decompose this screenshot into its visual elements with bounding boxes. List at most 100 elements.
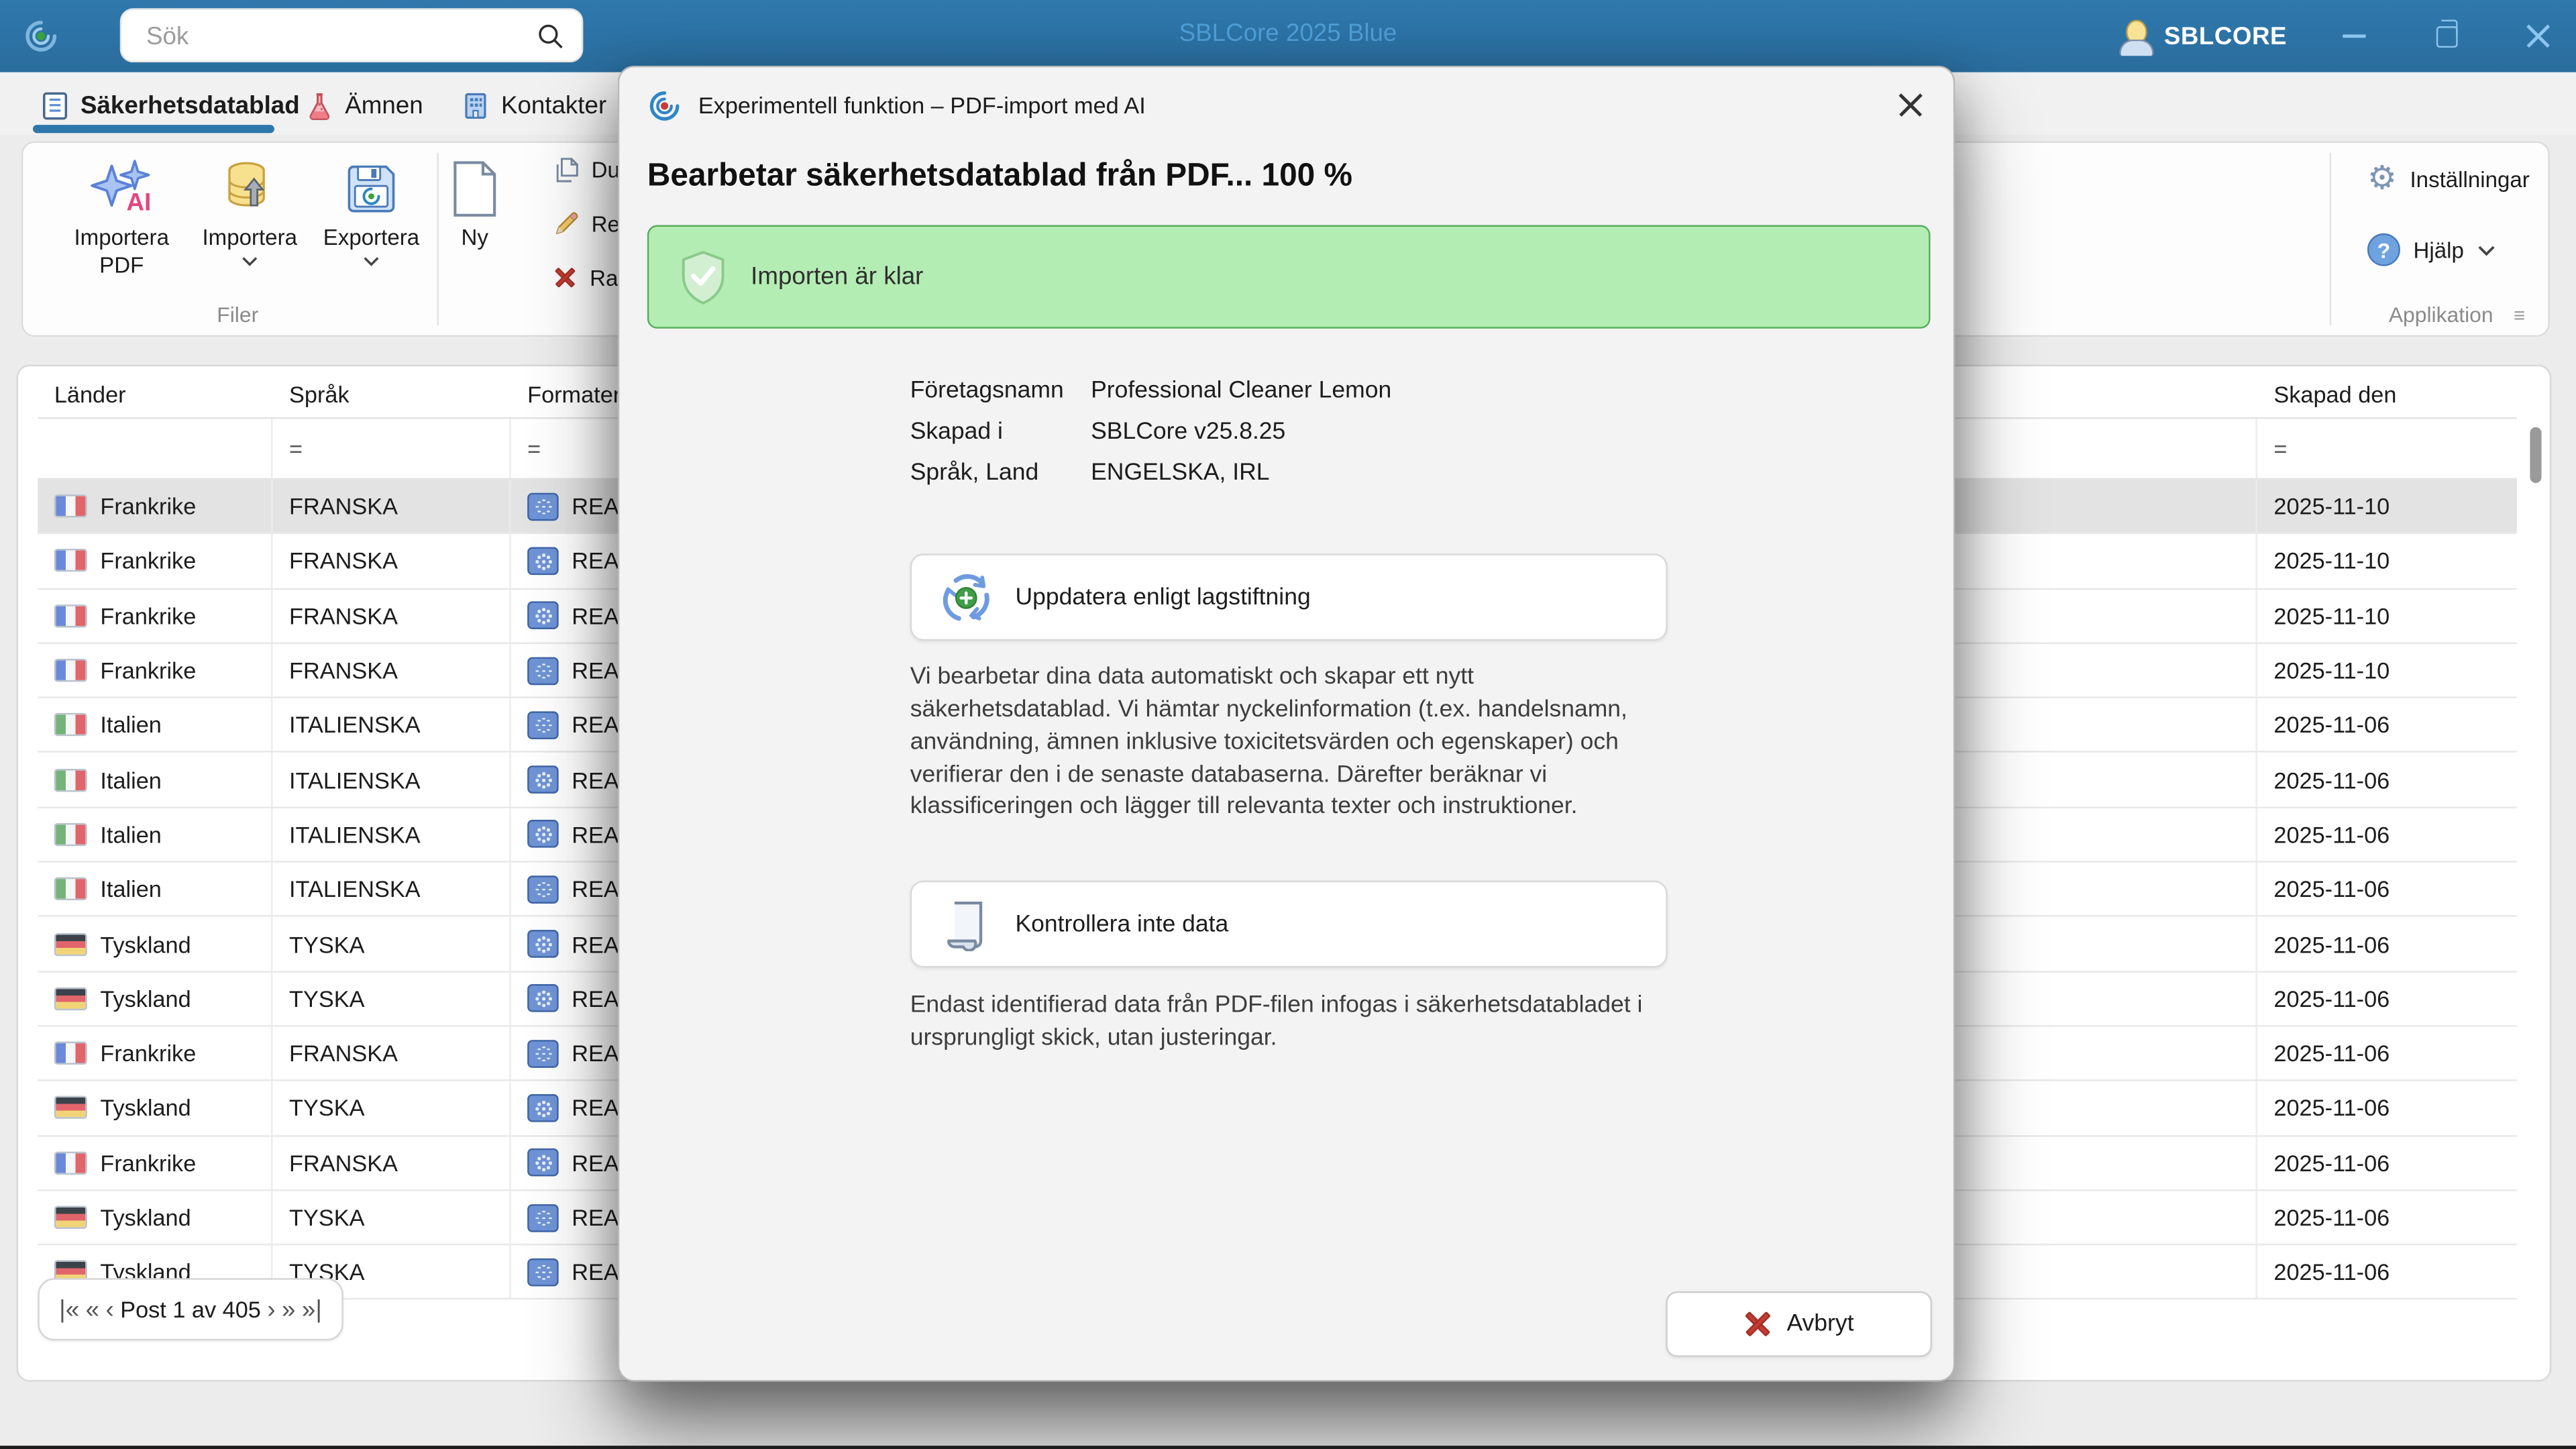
eu-flag-icon xyxy=(527,930,559,958)
cell-created: 2025-11-06 xyxy=(2273,1040,2390,1067)
tab-safety-data-sheets[interactable]: Säkerhetsdatablad xyxy=(40,84,300,127)
country-flag-icon xyxy=(54,768,87,792)
country-flag-icon xyxy=(54,822,87,847)
update-per-legislation-button[interactable]: Uppdatera enligt lagstiftning xyxy=(910,553,1668,641)
datasheet-icon xyxy=(43,91,68,119)
import-button[interactable]: Importera xyxy=(180,146,319,266)
cell-language: FRANSKA xyxy=(273,589,511,643)
fast-prev-button[interactable]: « xyxy=(86,1295,99,1324)
cell-language: FRANSKA xyxy=(273,643,511,697)
cell-country: Tyskland xyxy=(38,1081,273,1135)
info-label: Företagsnamn xyxy=(910,378,1064,405)
delete-icon xyxy=(555,267,576,288)
tab-contacts[interactable]: Kontakter xyxy=(460,84,606,127)
eu-flag-icon xyxy=(527,710,559,739)
svg-text:AI: AI xyxy=(127,188,152,215)
cell-language: ITALIENSKA xyxy=(273,862,511,916)
building-icon xyxy=(465,92,486,118)
cell-country: Tyskland xyxy=(38,917,273,971)
prev-page-button[interactable]: ‹ xyxy=(106,1295,114,1324)
cell-country: Tyskland xyxy=(38,1191,273,1244)
update-description: Vi bearbetar dina data automatiskt och s… xyxy=(910,663,1627,821)
scrollbar-thumb[interactable] xyxy=(2530,427,2542,484)
cell-language: TYSKA xyxy=(273,1191,511,1244)
column-header-language[interactable]: Språk xyxy=(273,380,511,407)
settings-button[interactable]: ⚙ Inställningar xyxy=(2367,162,2530,195)
country-flag-icon xyxy=(54,1041,87,1065)
info-value: ENGELSKA, IRL xyxy=(1091,460,1270,486)
country-flag-icon xyxy=(54,549,87,573)
cell-language: TYSKA xyxy=(273,917,511,971)
info-value: SBLCore v25.8.25 xyxy=(1091,419,1286,445)
cancel-x-icon xyxy=(1744,1311,1770,1337)
cancel-button[interactable]: Avbryt xyxy=(1666,1291,1933,1357)
country-flag-icon xyxy=(54,494,87,518)
cell-country: Frankrike xyxy=(38,589,273,643)
cell-language: ITALIENSKA xyxy=(273,808,511,861)
cell-language: FRANSKA xyxy=(273,480,511,533)
eu-flag-icon xyxy=(527,984,559,1013)
eu-flag-icon xyxy=(527,492,559,521)
shield-check-icon xyxy=(682,250,724,304)
help-button[interactable]: ? Hjälp xyxy=(2367,233,2495,266)
tab-label: Ämnen xyxy=(345,91,423,119)
country-flag-icon xyxy=(54,1096,87,1120)
filter-countries[interactable] xyxy=(38,419,273,478)
next-page-button[interactable]: › xyxy=(267,1295,275,1324)
window-footer-area xyxy=(0,1381,2576,1446)
country-flag-icon xyxy=(54,1205,87,1229)
country-flag-icon xyxy=(54,877,87,901)
fast-next-button[interactable]: » xyxy=(282,1295,295,1324)
cell-created: 2025-11-06 xyxy=(2273,766,2390,793)
cell-country: Italien xyxy=(38,753,273,806)
eu-flag-icon xyxy=(527,875,559,904)
tab-substances[interactable]: Ämnen xyxy=(304,84,423,127)
pagination-bar: |« « ‹ Post 1 av 405 › » »| xyxy=(38,1278,343,1341)
raw-description: Endast identifierad data från PDF-filen … xyxy=(910,992,1643,1052)
cell-created: 2025-11-06 xyxy=(2273,1258,2390,1285)
files-group-label: Filer xyxy=(217,302,259,327)
filter-language[interactable]: = xyxy=(273,419,511,478)
country-flag-icon xyxy=(54,932,87,956)
do-not-check-data-button[interactable]: Kontrollera inte data xyxy=(910,880,1668,968)
close-icon xyxy=(2525,23,2551,49)
cell-language: ITALIENSKA xyxy=(273,753,511,806)
dialog-close-button[interactable] xyxy=(1896,91,1925,120)
close-window-button[interactable] xyxy=(2514,11,2563,60)
import-pdf-button[interactable]: AI Importera PDF xyxy=(52,146,191,280)
cell-created: 2025-11-06 xyxy=(2273,875,2390,903)
cell-country: Frankrike xyxy=(38,480,273,533)
user-name: SBLCORE xyxy=(2163,22,2287,50)
column-header-created[interactable]: Skapad den xyxy=(2257,380,2514,407)
gear-icon: ⚙ xyxy=(2367,161,2397,197)
refresh-legislation-icon xyxy=(943,573,989,621)
column-header-countries[interactable]: Länder xyxy=(38,380,272,407)
cell-created: 2025-11-10 xyxy=(2273,547,2390,574)
cell-created: 2025-11-06 xyxy=(2273,712,2390,739)
chevron-down-icon xyxy=(242,256,258,266)
minimize-button[interactable] xyxy=(2330,11,2379,60)
cell-language: FRANSKA xyxy=(273,1026,511,1080)
dialog-launcher-icon[interactable]: ≡ xyxy=(2514,304,2525,327)
cell-created: 2025-11-06 xyxy=(2273,985,2390,1012)
new-button[interactable]: Ny xyxy=(414,146,535,253)
user-avatar-icon xyxy=(2119,19,2155,56)
last-page-button[interactable]: »| xyxy=(302,1295,322,1324)
sblcore-logo-icon xyxy=(649,90,680,120)
chevron-down-icon xyxy=(364,256,379,266)
eu-flag-icon xyxy=(527,1039,559,1067)
eu-flag-icon xyxy=(527,765,559,794)
filter-created[interactable]: = xyxy=(2257,419,2514,478)
vertical-scrollbar[interactable] xyxy=(2527,419,2545,1265)
cell-country: Frankrike xyxy=(38,534,273,588)
first-page-button[interactable]: |« xyxy=(59,1295,79,1324)
cell-created: 2025-11-06 xyxy=(2273,821,2390,848)
success-message: Importen är klar xyxy=(751,262,924,291)
eu-flag-icon xyxy=(527,820,559,849)
cell-created: 2025-11-06 xyxy=(2273,1149,2390,1176)
user-menu[interactable]: SBLCORE xyxy=(2119,19,2287,56)
help-icon: ? xyxy=(2367,233,2400,266)
cell-country: Frankrike xyxy=(38,643,273,697)
ai-sparkles-icon: AI xyxy=(91,160,152,215)
maximize-button[interactable] xyxy=(2422,11,2471,60)
